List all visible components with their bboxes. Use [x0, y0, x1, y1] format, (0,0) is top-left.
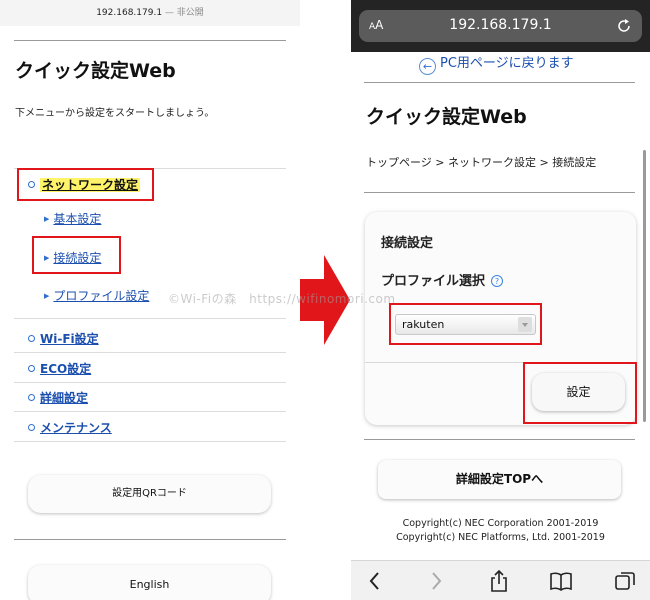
card-title: 接続設定 — [381, 236, 434, 251]
breadcrumb[interactable]: トップページ > ネットワーク設定 > 接続設定 — [366, 154, 596, 170]
page-title: クイック設定Web — [15, 60, 176, 82]
advanced-top-button[interactable]: 詳細設定TOPへ — [378, 460, 621, 499]
submenu-basic-label: 基本設定 — [53, 212, 102, 226]
arrow-left-icon: ← — [419, 58, 436, 75]
right-address-bar[interactable]: AA 192.168.179.1 — [359, 10, 642, 42]
divider — [14, 539, 286, 540]
submenu-item-basic[interactable]: ▶ 基本設定 — [44, 210, 101, 227]
english-button[interactable]: English — [28, 565, 271, 600]
highlight-box-select — [389, 303, 542, 345]
help-icon[interactable]: ? — [491, 275, 504, 287]
menu-item-eco[interactable]: ECO設定 — [28, 360, 91, 377]
bullet-icon — [28, 365, 35, 372]
menu-item-wifi[interactable]: Wi-Fi設定 — [28, 330, 99, 347]
reload-icon[interactable] — [616, 18, 632, 34]
menu-separator — [14, 382, 286, 383]
page-title: クイック設定Web — [366, 106, 527, 128]
menu-maintenance-label: メンテナンス — [40, 421, 112, 435]
submenu-profile-label: プロファイル設定 — [53, 289, 150, 303]
lead-text: 下メニューから設定をスタートしましょう。 — [15, 108, 215, 119]
menu-advanced-label: 詳細設定 — [40, 391, 89, 405]
divider — [364, 439, 635, 440]
forward-icon[interactable] — [424, 569, 448, 593]
menu-separator — [14, 318, 286, 319]
watermark: ©Wi-Fiの森 https://wifinomori.com — [168, 292, 396, 306]
back-to-pc-link[interactable]: ← PC用ページに戻ります — [419, 52, 574, 75]
triangle-right-icon: ▶ — [44, 292, 50, 300]
highlight-box-network — [17, 168, 154, 201]
left-address-bar[interactable]: 192.168.179.1 — 非公開 — [0, 0, 300, 26]
menu-item-advanced[interactable]: 詳細設定 — [28, 389, 88, 406]
back-to-pc-label: PC用ページに戻ります — [440, 56, 574, 71]
bullet-icon — [28, 394, 35, 401]
profile-select-label: プロファイル選択? — [381, 270, 504, 289]
highlight-box-connection — [32, 236, 121, 274]
menu-separator — [14, 441, 286, 442]
menu-separator — [14, 352, 286, 353]
right-url-host: 192.168.179.1 — [449, 17, 552, 33]
browser-top-bar: AA 192.168.179.1 — [351, 0, 650, 52]
tabs-icon[interactable] — [613, 569, 637, 593]
left-url-host: 192.168.179.1 — [96, 8, 163, 18]
triangle-right-icon: ▶ — [44, 215, 50, 223]
back-icon[interactable] — [363, 569, 387, 593]
bookmarks-icon[interactable] — [549, 569, 573, 593]
divider — [364, 192, 635, 193]
menu-separator — [14, 411, 286, 412]
share-icon[interactable] — [487, 569, 511, 593]
bullet-icon — [28, 424, 35, 431]
scrollbar[interactable] — [643, 150, 646, 422]
copyright-line-1: Copyright(c) NEC Corporation 2001-2019 — [402, 518, 599, 529]
divider — [14, 40, 286, 41]
copyright-line-2: Copyright(c) NEC Platforms, Ltd. 2001-20… — [396, 532, 605, 543]
highlight-box-set-button — [523, 362, 637, 424]
bullet-icon — [28, 335, 35, 342]
browser-bottom-bar — [351, 560, 650, 600]
menu-eco-label: ECO設定 — [40, 362, 92, 376]
left-url-suffix: — 非公開 — [164, 8, 204, 18]
menu-item-maintenance[interactable]: メンテナンス — [28, 419, 112, 436]
qr-code-button[interactable]: 設定用QRコード — [28, 475, 271, 513]
divider — [364, 82, 635, 83]
menu-wifi-label: Wi-Fi設定 — [40, 332, 99, 346]
submenu-item-profile[interactable]: ▶ プロファイル設定 — [44, 287, 149, 304]
